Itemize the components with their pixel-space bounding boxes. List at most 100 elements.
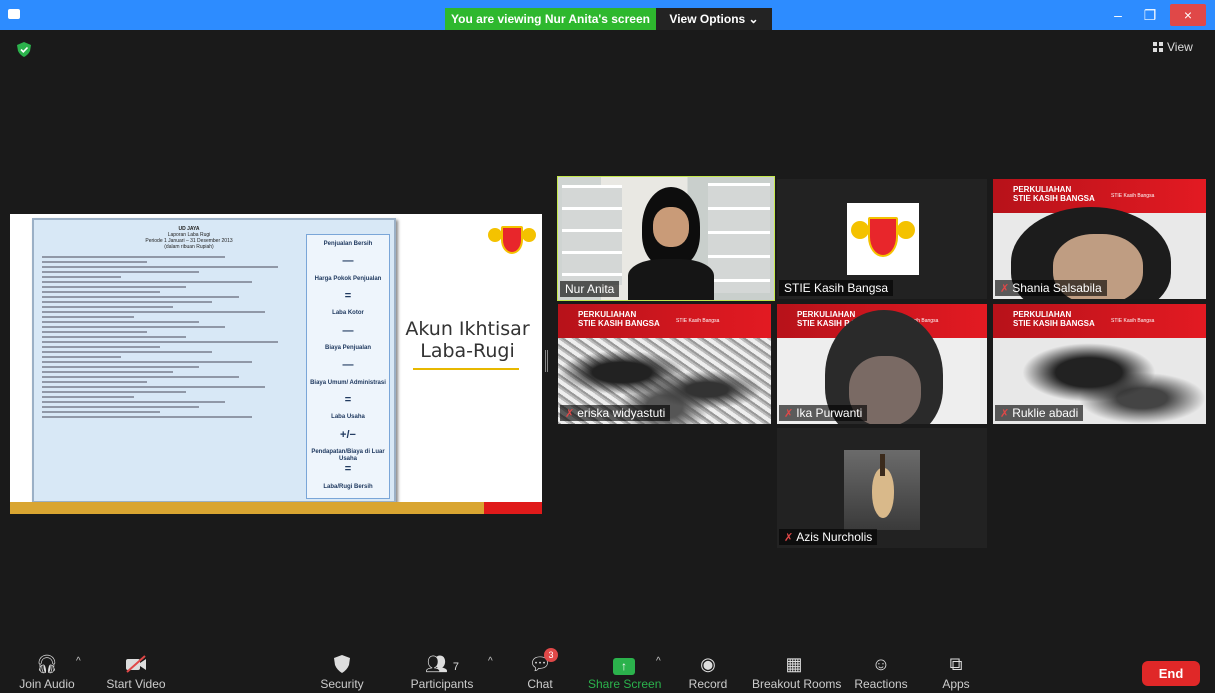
- flow-step: Laba Kotor: [332, 310, 364, 317]
- chat-button[interactable]: 💬︎ Chat 3: [520, 640, 560, 693]
- security-label: Security: [320, 677, 364, 691]
- video-tile[interactable]: STIE Kasih Bangsa: [777, 179, 987, 299]
- class-header-small: STIE Kasih Bangsa: [676, 318, 720, 324]
- statement-text-line: [42, 331, 147, 333]
- video-tile[interactable]: PERKULIAHANSTIE KASIH BANGSA STIE Kasih …: [558, 304, 771, 424]
- flow-step: Penjualan Bersih: [323, 241, 373, 247]
- participant-name: ✗ Shania Salsabila: [995, 280, 1107, 296]
- splitter-handle[interactable]: [545, 350, 548, 372]
- screen-share-banner: You are viewing Nur Anita's screen: [445, 8, 656, 30]
- minimize-button[interactable]: –: [1103, 0, 1133, 30]
- title-underline: [413, 368, 519, 370]
- class-header-small: STIE Kasih Bangsa: [1111, 318, 1155, 324]
- statement-text-line: [42, 406, 200, 408]
- mic-muted-icon: ✗: [1000, 283, 1010, 295]
- join-audio-label: Join Audio: [19, 677, 75, 691]
- grid-icon: [1153, 42, 1163, 52]
- participants-chevron-icon[interactable]: ^: [488, 656, 493, 667]
- statement-text-line: [42, 271, 200, 273]
- flow-step: Laba/Rugi Bersih: [323, 483, 373, 490]
- participant-name: ✗ Ika Purwanti: [779, 405, 868, 421]
- avatar: [844, 450, 920, 530]
- class-header-line1: PERKULIAHAN: [1013, 185, 1072, 194]
- end-meeting-button[interactable]: End: [1142, 661, 1200, 686]
- class-header-small: STIE Kasih Bangsa: [1111, 193, 1155, 199]
- headphones-icon: 🎧︎: [35, 654, 59, 674]
- mic-muted-icon: ✗: [784, 408, 794, 420]
- statement-text-line: [42, 351, 213, 353]
- join-audio-button[interactable]: 🎧︎ Join Audio ^: [12, 640, 82, 693]
- statement-text-line: [42, 376, 239, 378]
- statement-text-line: [42, 381, 147, 383]
- flow-step: —: [342, 324, 354, 337]
- statement-text-line: [42, 336, 187, 338]
- video-tile[interactable]: PERKULIAHANSTIE KASIH BANGSA STIE Kasih …: [993, 179, 1206, 299]
- statement-text-line: [42, 326, 226, 328]
- record-button[interactable]: ◉ Record: [686, 640, 730, 693]
- security-shield-icon[interactable]: [17, 42, 31, 57]
- statement-text-line: [42, 391, 187, 393]
- statement-text-line: [42, 301, 213, 303]
- share-options-chevron-icon[interactable]: ^: [656, 656, 661, 667]
- income-statement-image: UD JAYA Laporan Laba Rugi Periode 1 Janu…: [32, 218, 396, 503]
- share-screen-label: Share Screen: [588, 677, 662, 691]
- reactions-label: Reactions: [854, 677, 908, 691]
- share-screen-button[interactable]: ↑ Share Screen ^: [588, 640, 662, 693]
- flow-step: =: [344, 290, 352, 302]
- statement-text-line: [42, 396, 134, 398]
- restore-button[interactable]: ❐: [1135, 0, 1165, 30]
- income-flow-diagram: Penjualan Bersih — Harga Pokok Penjualan = L…: [306, 234, 390, 499]
- start-video-button[interactable]: Start Video: [100, 640, 172, 693]
- slide-title: Akun Ikhtisar Laba-Rugi: [405, 318, 530, 362]
- participants-label: Participants: [410, 677, 474, 691]
- class-header: PERKULIAHANSTIE KASIH BANGSA STIE Kasih …: [558, 304, 771, 338]
- statement-text-line: [42, 321, 200, 323]
- security-button[interactable]: Security: [312, 640, 372, 693]
- class-header-line2: STIE KASIH BANGSA: [578, 319, 660, 328]
- statement-text-line: [42, 341, 278, 343]
- statement-text-line: [42, 261, 147, 263]
- flow-step: Pendapatan/Biaya di Luar Usaha: [311, 449, 385, 462]
- statement-text-line: [42, 361, 252, 363]
- statement-body-lines: [42, 256, 304, 421]
- statement-title: UD JAYA Laporan Laba Rugi Periode 1 Janu…: [134, 226, 244, 250]
- video-tile[interactable]: PERKULIAHANSTIE KASIH BANGSA STIE Kasih …: [777, 304, 987, 424]
- flow-step: Biaya Umum/ Administrasi: [310, 379, 386, 386]
- flow-step: Laba Usaha: [331, 414, 365, 421]
- class-header-line2: STIE KASIH BANGSA: [1013, 319, 1095, 328]
- class-header-line1: PERKULIAHAN: [1013, 310, 1072, 319]
- close-button[interactable]: ×: [1170, 4, 1206, 26]
- record-icon: ◉: [700, 654, 716, 674]
- breakout-rooms-icon: ▦: [785, 654, 803, 674]
- video-tile[interactable]: Nur Anita: [557, 176, 775, 301]
- reactions-button[interactable]: ☺ Reactions: [852, 640, 910, 693]
- statement-text-line: [42, 356, 121, 358]
- class-header: PERKULIAHANSTIE KASIH BANGSA STIE Kasih …: [993, 304, 1206, 338]
- view-layout-button[interactable]: View: [1153, 40, 1193, 54]
- statement-text-line: [42, 386, 265, 388]
- apps-icon: ⧉: [949, 654, 963, 674]
- participants-button[interactable]: 👥︎ 7 Participants ^: [404, 640, 493, 693]
- participant-name: Nur Anita: [560, 281, 620, 297]
- flow-step: —: [342, 255, 354, 268]
- start-video-label: Start Video: [106, 677, 166, 691]
- flow-step: Biaya Penjualan: [324, 345, 372, 351]
- mic-muted-icon: ✗: [784, 532, 794, 544]
- chat-label: Chat: [527, 677, 553, 691]
- reactions-smiley-icon: ☺: [871, 654, 891, 674]
- video-tile[interactable]: PERKULIAHANSTIE KASIH BANGSA STIE Kasih …: [993, 304, 1206, 424]
- audio-options-chevron-icon[interactable]: ^: [76, 656, 81, 667]
- breakout-rooms-button[interactable]: ▦ Breakout Rooms: [752, 640, 842, 693]
- statement-text-line: [42, 316, 134, 318]
- view-options-button[interactable]: View Options ⌄: [656, 8, 772, 30]
- flow-step: =: [344, 463, 352, 476]
- statement-text-line: [42, 256, 226, 258]
- breakout-rooms-label: Breakout Rooms: [752, 677, 842, 691]
- video-tile[interactable]: ✗ Azis Nurcholis: [777, 428, 987, 548]
- apps-button[interactable]: ⧉ Apps: [936, 640, 976, 693]
- statement-text-line: [42, 366, 200, 368]
- statement-text-line: [42, 401, 226, 403]
- stie-crest-logo: [488, 218, 536, 262]
- statement-text-line: [42, 306, 173, 308]
- flow-step: +/−: [340, 428, 356, 441]
